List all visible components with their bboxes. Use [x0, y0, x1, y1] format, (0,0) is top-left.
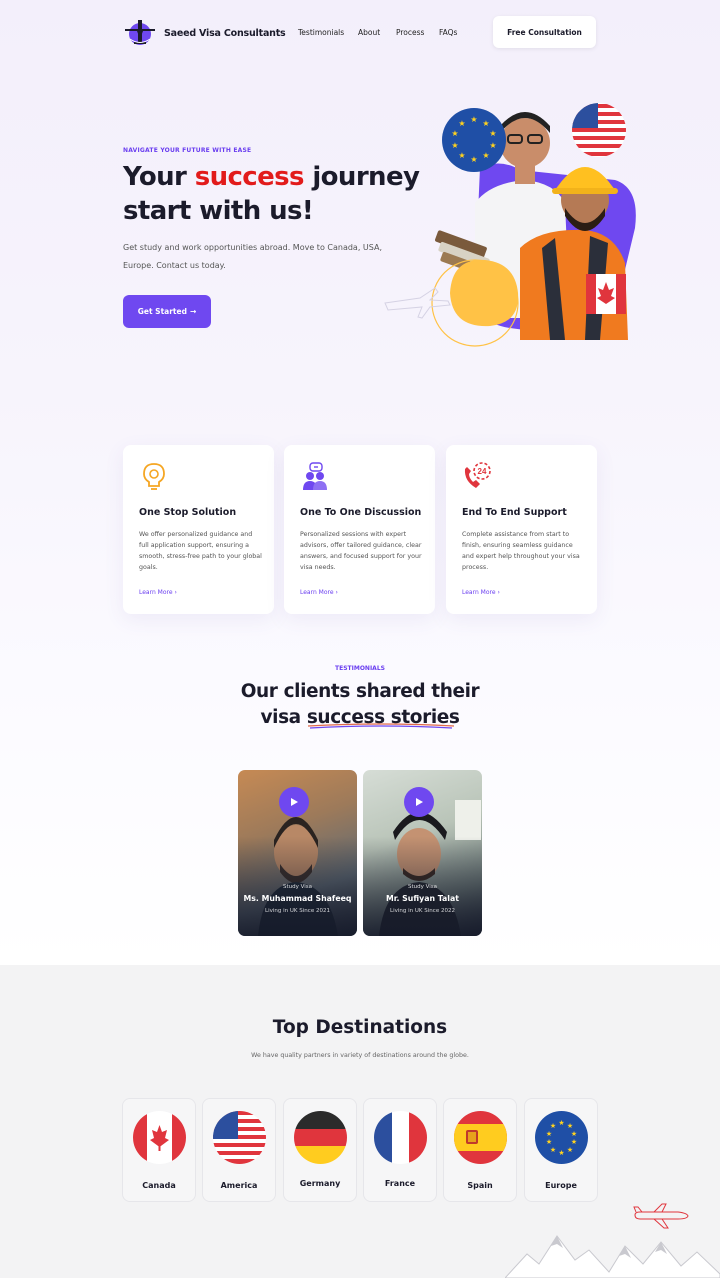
- learn-more-label: Learn More: [462, 589, 496, 596]
- usa-flag-badge: [572, 103, 626, 157]
- destination-name: France: [384, 1179, 416, 1188]
- destination-name: Spain: [467, 1181, 493, 1190]
- svg-text:★: ★: [458, 151, 465, 160]
- feature-card-end-to-end: 24 End To End Support Complete assistanc…: [446, 445, 597, 614]
- airplane-logo-icon[interactable]: [123, 17, 157, 47]
- destinations-title: Top Destinations: [272, 1017, 448, 1038]
- svg-text:★: ★: [571, 1138, 577, 1146]
- nav-link-process[interactable]: Process: [396, 28, 424, 37]
- feature-title: One Stop Solution: [139, 507, 237, 518]
- svg-text:★: ★: [550, 1122, 556, 1130]
- feature-text: Complete assistance from start to finish…: [462, 531, 580, 571]
- testimonials-title-pre: visa: [260, 707, 307, 728]
- free-consultation-button[interactable]: Free Consultation: [493, 16, 596, 48]
- svg-text:★: ★: [550, 1146, 556, 1154]
- visa-type: Study Visa: [282, 884, 313, 890]
- destination-name: America: [220, 1181, 258, 1190]
- lightbulb-gear-icon: [143, 463, 165, 490]
- play-icon[interactable]: [404, 787, 434, 817]
- hero-eyebrow: NAVIGATE YOUR FUTURE WITH EASE: [123, 147, 252, 154]
- client-since: Living in UK Since 2022: [390, 908, 455, 914]
- hero-title-line2: start with us!: [123, 196, 314, 226]
- people-chat-icon: [303, 462, 327, 490]
- success-underline-decoration: [307, 723, 455, 729]
- feature-title: End To End Support: [462, 507, 567, 518]
- svg-text:★: ★: [489, 141, 496, 150]
- client-since: Living in UK Since 2021: [265, 908, 330, 914]
- arrow-right-icon: →: [189, 307, 197, 316]
- destination-america[interactable]: America: [202, 1098, 276, 1202]
- svg-text:★: ★: [567, 1146, 573, 1154]
- spain-flag-icon: [454, 1111, 507, 1164]
- svg-text:★: ★: [458, 119, 465, 128]
- brand-name[interactable]: Saeed Visa Consultants: [164, 28, 286, 39]
- svg-text:★: ★: [482, 119, 489, 128]
- destination-canada[interactable]: Canada: [122, 1098, 196, 1202]
- learn-more-label: Learn More: [139, 589, 173, 596]
- svg-text:★: ★: [451, 141, 458, 150]
- svg-text:★: ★: [546, 1138, 552, 1146]
- germany-flag-icon: [294, 1111, 347, 1164]
- destination-spain[interactable]: Spain: [443, 1098, 517, 1202]
- hero-title-pre: Your: [123, 162, 195, 192]
- canada-flag-badge: [586, 274, 626, 314]
- hero-subtitle: Get study and work opportunities abroad.…: [123, 243, 383, 270]
- svg-text:★: ★: [470, 155, 477, 164]
- svg-text:★: ★: [567, 1122, 573, 1130]
- svg-text:★: ★: [482, 151, 489, 160]
- testimonials-title-line1: Our clients shared their: [240, 681, 480, 702]
- svg-text:★: ★: [558, 1149, 564, 1157]
- learn-more-link[interactable]: Learn More ›: [462, 589, 500, 596]
- nav-link-faqs[interactable]: FAQs: [439, 28, 457, 37]
- svg-text:★: ★: [571, 1130, 577, 1138]
- mountains-decoration: [505, 1235, 720, 1278]
- learn-more-label: Learn More: [300, 589, 334, 596]
- play-icon[interactable]: [279, 787, 309, 817]
- learn-more-link[interactable]: Learn More ›: [139, 589, 177, 596]
- chevron-right-icon: ›: [335, 589, 338, 596]
- visa-type: Study Visa: [407, 884, 438, 890]
- testimonial-video-card[interactable]: Study Visa Ms. Muhammad Shafeeq Living i…: [238, 770, 357, 936]
- learn-more-link[interactable]: Learn More ›: [300, 589, 338, 596]
- destination-germany[interactable]: Germany: [283, 1098, 357, 1202]
- chevron-right-icon: ›: [174, 589, 177, 596]
- canada-flag-icon: [133, 1111, 186, 1164]
- destination-name: Germany: [299, 1179, 341, 1188]
- feature-text: Personalized sessions with expert adviso…: [300, 531, 422, 571]
- eu-flag-icon: ★ ★★ ★★★ ★★★ ★: [535, 1111, 588, 1164]
- phone-24-icon: 24: [464, 462, 491, 488]
- client-name: Mr. Sufiyan Talat: [386, 894, 459, 903]
- destination-name: Canada: [142, 1181, 176, 1190]
- svg-text:★: ★: [558, 1119, 564, 1127]
- nav-link-about[interactable]: About: [358, 28, 380, 37]
- svg-text:★: ★: [489, 129, 496, 138]
- destinations-subtitle: We have quality partners in variety of d…: [251, 1052, 469, 1059]
- svg-text:★: ★: [451, 129, 458, 138]
- testimonials-eyebrow: TESTIMONIALS: [335, 665, 385, 672]
- client-name: Ms. Muhammad Shafeeq: [243, 894, 352, 903]
- nav-link-testimonials[interactable]: Testimonials: [298, 28, 344, 37]
- destination-europe[interactable]: ★ ★ ★ ★ ★ ★ ★ ★ ★ ★ Europe: [524, 1098, 598, 1202]
- svg-text:24: 24: [478, 467, 487, 476]
- svg-text:★: ★: [470, 115, 477, 124]
- hero-illustration: ★ ★★ ★★★ ★★★ ★: [384, 103, 636, 347]
- usa-flag-icon: [213, 1111, 266, 1164]
- france-flag-icon: [374, 1111, 427, 1164]
- testimonial-video-card[interactable]: Study Visa Mr. Sufiyan Talat Living in U…: [363, 770, 482, 936]
- svg-text:★: ★: [546, 1130, 552, 1138]
- eu-flag-badge: ★ ★★ ★★★ ★★★ ★: [442, 108, 506, 172]
- feature-text: We offer personalized guidance and full …: [139, 531, 262, 571]
- get-started-button[interactable]: Get Started →: [123, 295, 211, 328]
- chevron-right-icon: ›: [497, 589, 500, 596]
- get-started-label: Get Started: [137, 307, 187, 316]
- feature-card-one-to-one: One To One Discussion Personalized sessi…: [284, 445, 435, 614]
- destination-france[interactable]: France: [363, 1098, 437, 1202]
- feature-card-one-stop: One Stop Solution We offer personalized …: [123, 445, 274, 614]
- hero-title-accent: success: [194, 162, 305, 192]
- destination-name: Europe: [545, 1181, 577, 1190]
- feature-title: One To One Discussion: [300, 507, 422, 518]
